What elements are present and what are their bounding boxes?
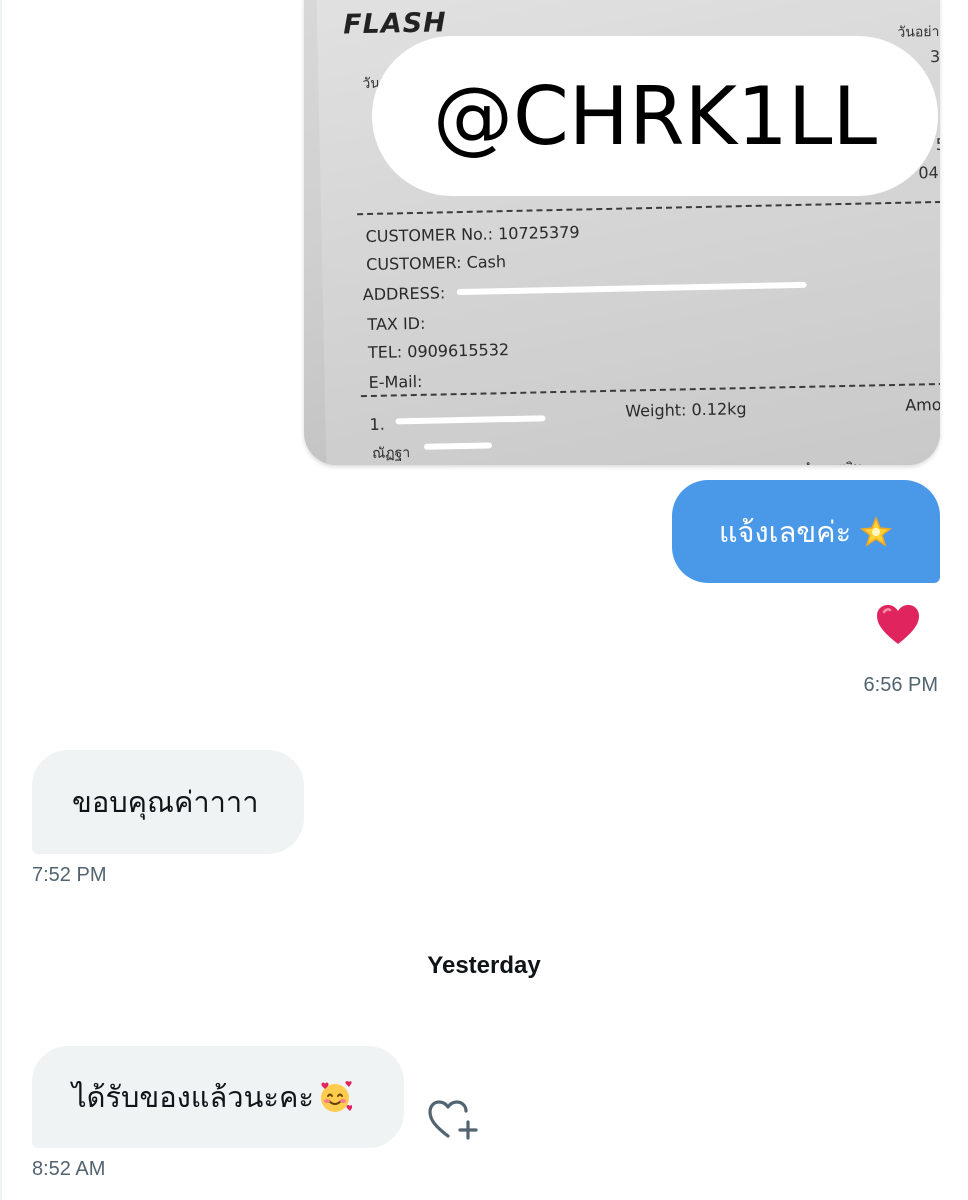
incoming-message-bubble[interactable]: ขอบคุณค่าาาา [32,750,304,854]
message-timestamp: 6:56 PM [863,674,938,696]
receipt-customer: CUSTOMER: Cash [365,252,507,275]
message-text: ได้รับของแล้วนะคะ [72,1082,314,1114]
receipt-tax-id: TAX ID: [367,313,426,334]
receipt-item-weight: Weight: 0.12kg [625,399,747,421]
receipt-tel: TEL: 0909615532 [367,340,510,362]
receipt-receiver: ณัฏฐา [371,445,411,462]
date-separator: Yesterday [427,952,541,979]
receipt-header-fragment: 5( [935,134,940,155]
receipt-divider [360,382,940,398]
message-text: แจ้งเลขค่ะ [718,516,852,549]
left-border [0,0,2,1200]
redaction-receiver [423,442,493,450]
flash-logo: FLASH [343,7,447,40]
red-heart-reaction-icon[interactable] [874,602,922,650]
smiling-face-with-hearts-icon [320,1080,352,1112]
receipt-divider [357,200,940,216]
receipt-header-fragment: วันอย่าง [897,23,940,41]
receipt-address-label: ADDRESS: [362,283,446,305]
incoming-message-bubble[interactable]: ได้รับของแล้วนะคะ [32,1046,404,1148]
message-timestamp: 7:52 PM [32,864,107,886]
receipt-email: E-Mail: [368,371,423,392]
receipt-bottom-fragment: จำนวนเงิน [802,457,862,465]
receipt-customer-no: CUSTOMER No.: 10725379 [365,222,580,247]
receipt-header-fragment: 34 [929,46,940,67]
receipt-header-fragment: 0467 [918,162,940,183]
receipt-item-number: 1. [369,414,385,434]
heart-plus-icon[interactable] [424,1094,484,1144]
receipt-amount-label: Amour [905,394,940,415]
redaction-tracking [395,415,546,425]
message-timestamp: 8:52 AM [32,1158,106,1180]
flash-logo-text: FLASH [342,7,448,41]
message-text: ขอบคุณค่าาาา [72,787,259,819]
outgoing-message-bubble[interactable]: แจ้งเลขค่ะ [672,480,940,583]
redaction-address [456,281,807,296]
glowing-star-icon [860,515,893,547]
watermark-handle: @CHRK1LL [372,36,938,196]
